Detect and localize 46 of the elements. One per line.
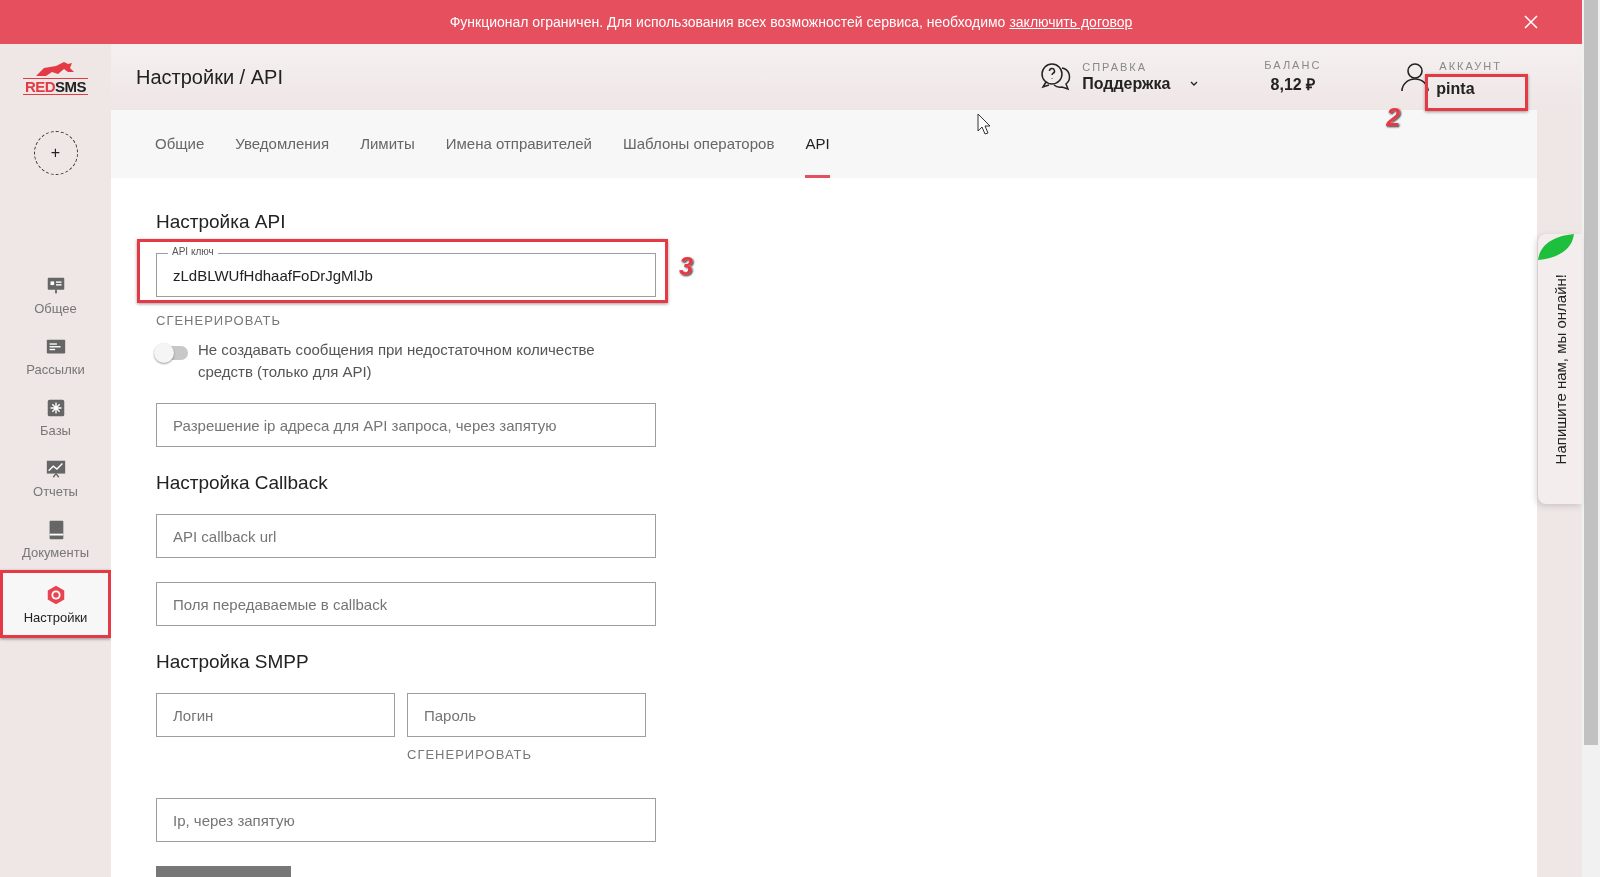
sidebar-item[interactable]: Отчеты: [0, 448, 111, 509]
input-field[interactable]: Поля передаваемые в callback: [156, 582, 656, 626]
chat-widget[interactable]: Напишите нам, мы онлайн!: [1538, 234, 1582, 504]
balance-value: 8,12 ₽: [1270, 75, 1316, 95]
annotation-number: 2: [1386, 102, 1401, 132]
annotation-number: 3: [679, 252, 693, 281]
contract-link[interactable]: заключить договор: [1009, 14, 1133, 30]
input-field[interactable]: Пароль: [407, 693, 646, 737]
notice-text: Функционал ограничен. Для использования всех возможностей сервиса, необходимо: [449, 14, 1006, 30]
support-menu[interactable]: Поддержка: [1082, 75, 1171, 93]
sidebar-item[interactable]: Базы: [0, 387, 111, 448]
input-field[interactable]: Логин: [156, 693, 395, 737]
tab[interactable]: Имена отправителей: [445, 110, 592, 178]
close-icon[interactable]: [1524, 15, 1538, 29]
tab[interactable]: Лимиты: [360, 110, 415, 178]
tab[interactable]: Уведомления: [235, 110, 330, 178]
toggle-switch[interactable]: [156, 346, 188, 360]
sidebar-icon: [44, 458, 67, 480]
tab[interactable]: Общие: [155, 110, 205, 178]
chevron-down-icon[interactable]: [1190, 81, 1199, 87]
logo-text: REDSMS: [22, 77, 89, 95]
input-field[interactable]: Разрешение ip адреса для API запроса, через запятую: [156, 403, 656, 447]
section-heading: Настройка Callback: [156, 471, 329, 495]
leaf-icon: [1538, 234, 1574, 260]
account-label: АККАУНТ: [1439, 59, 1502, 72]
generate-button[interactable]: СГЕНЕРИРОВАТЬ: [407, 746, 533, 764]
input-field[interactable]: Ip, через запятую: [156, 798, 656, 842]
generate-button[interactable]: СГЕНЕРИРОВАТЬ: [156, 312, 282, 330]
section-heading: Настройка SMPP: [156, 650, 310, 674]
toggle-label: Не создавать сообщения при недостаточном количестве средств (только для API): [198, 340, 596, 382]
page-title: Настройки / API: [136, 65, 284, 89]
sidebar-item[interactable]: Рассылки: [0, 326, 111, 387]
sidebar-item[interactable]: Документы: [0, 509, 111, 570]
tab[interactable]: Шаблоны операторов: [623, 110, 775, 178]
sidebar-item[interactable]: Настройки: [0, 570, 111, 638]
sidebar-item[interactable]: Общее: [0, 265, 111, 326]
tab[interactable]: API: [805, 110, 830, 178]
chat-bubbles-icon[interactable]: [1040, 62, 1073, 92]
account-name[interactable]: pinta: [1436, 79, 1475, 97]
mouse-pointer-icon: [977, 113, 991, 135]
balance-label: БАЛАНС: [1264, 59, 1322, 71]
section-heading: Настройка API: [156, 210, 287, 234]
input-field[interactable]: API callback url: [156, 514, 656, 558]
scrollbar-thumb[interactable]: [1584, 0, 1598, 745]
field-label: API ключ: [168, 246, 218, 258]
help-label: СПРАВКА: [1082, 61, 1149, 73]
